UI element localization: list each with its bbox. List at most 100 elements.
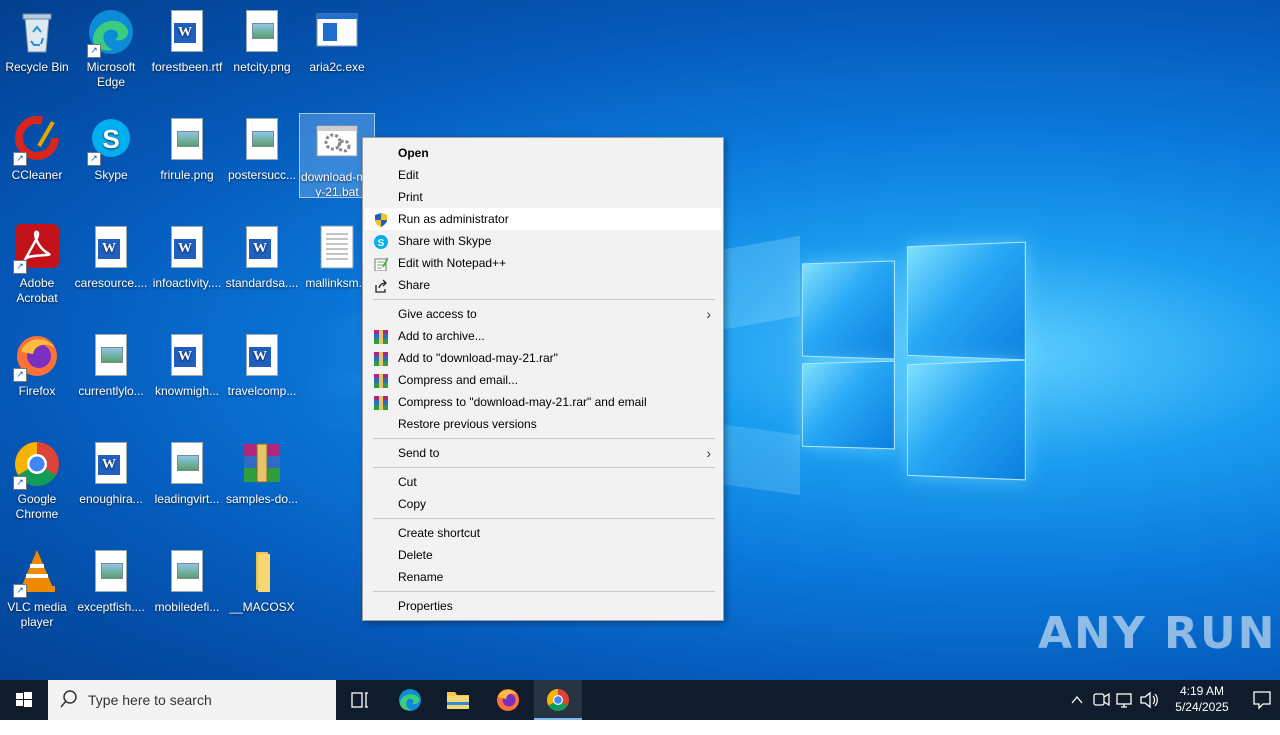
file-explorer-icon[interactable] <box>434 680 482 720</box>
desktop-icon-skype[interactable]: S ↗ Skype <box>74 116 148 183</box>
desktop-icon-ccleaner[interactable]: ↗ CCleaner <box>0 116 74 183</box>
menu-item-label: Cut <box>398 475 417 489</box>
desktop-icon-image-file[interactable]: currentlylo... <box>74 332 148 399</box>
desktop-icon-word-doc[interactable]: W standardsa.... <box>225 224 299 291</box>
menu-item-properties[interactable]: Properties <box>365 595 721 617</box>
image-file-icon <box>87 548 135 596</box>
desktop-icon-folder[interactable]: __MACOSX <box>225 548 299 615</box>
image-file-icon <box>87 332 135 380</box>
taskbar: Type here to search 4:19 AM 5/24/2025 <box>0 680 1280 720</box>
vlc-icon: ↗ <box>13 548 61 598</box>
desktop-icon-firefox[interactable]: ↗ Firefox <box>0 332 74 399</box>
desktop-icon-word-doc[interactable]: W infoactivity.... <box>150 224 224 291</box>
shortcut-arrow-icon: ↗ <box>13 584 27 598</box>
desktop-icon-label: caresource.... <box>74 276 148 290</box>
desktop-icon-word-doc[interactable]: W caresource.... <box>74 224 148 291</box>
menu-item-give-access-to[interactable]: Give access to › <box>365 303 721 325</box>
menu-item-restore-previous-versions[interactable]: Restore previous versions <box>365 413 721 435</box>
desktop-icon-winrar-archive[interactable]: samples-do... <box>225 440 299 507</box>
acrobat-icon: ↗ <box>13 224 61 274</box>
desktop-icon-label: Adobe Acrobat <box>16 276 58 305</box>
notification-center-icon[interactable] <box>1245 680 1280 720</box>
menu-item-share-with-skype[interactable]: S Share with Skype <box>365 230 721 252</box>
desktop-icon-label: aria2c.exe <box>309 60 365 74</box>
desktop-icon-recycle-bin[interactable]: Recycle Bin <box>0 8 74 75</box>
desktop-icon-label: CCleaner <box>11 168 63 182</box>
desktop-icon-word-doc[interactable]: W travelcomp... <box>225 332 299 399</box>
volume-icon[interactable] <box>1137 680 1161 720</box>
desktop-icon-word-doc[interactable]: W knowmigh... <box>150 332 224 399</box>
desktop-icon-image-file[interactable]: leadingvirt... <box>150 440 224 507</box>
desktop[interactable]: Recycle Bin ↗ CCleaner ↗ Adobe Acrobat ↗… <box>0 0 1280 680</box>
menu-item-add-to-rar[interactable]: Add to "download-may-21.rar" <box>365 347 721 369</box>
meet-now-icon[interactable] <box>1089 680 1113 720</box>
wallpaper-logo-pane <box>802 260 895 360</box>
menu-item-edit-with-notepadpp[interactable]: Edit with Notepad++ <box>365 252 721 274</box>
menu-separator <box>373 591 715 592</box>
menu-item-label: Copy <box>398 497 427 511</box>
skype-icon: S <box>374 234 388 249</box>
menu-item-cut[interactable]: Cut <box>365 471 721 493</box>
menu-item-label: Send to <box>398 446 440 460</box>
menu-item-copy[interactable]: Copy <box>365 493 721 515</box>
winrar-icon <box>374 351 388 366</box>
clock-date: 5/24/2025 <box>1175 700 1229 714</box>
menu-item-rename[interactable]: Rename <box>365 566 721 588</box>
desktop-icon-label: standardsa.... <box>225 276 299 290</box>
menu-item-label: Properties <box>398 599 453 613</box>
desktop-icon-microsoft-edge[interactable]: ↗ Microsoft Edge <box>74 8 148 90</box>
desktop-icon-word-doc[interactable]: W forestbeen.rtf <box>150 8 224 75</box>
clock[interactable]: 4:19 AM 5/24/2025 <box>1163 683 1241 715</box>
desktop-icon-word-doc[interactable]: W enoughira... <box>74 440 148 507</box>
menu-item-send-to[interactable]: Send to › <box>365 442 721 464</box>
menu-item-compress-to-rar-and-email[interactable]: Compress to "download-may-21.rar" and em… <box>365 391 721 413</box>
search-placeholder: Type here to search <box>88 692 212 708</box>
menu-item-label: Run as administrator <box>398 212 509 226</box>
desktop-icon-vlc[interactable]: ↗ VLC media player <box>0 548 74 630</box>
menu-item-label: Add to archive... <box>398 329 485 343</box>
desktop-icon-label: __MACOSX <box>229 600 295 614</box>
menu-item-add-to-archive[interactable]: Add to archive... <box>365 325 721 347</box>
menu-item-label: Edit <box>398 168 419 182</box>
desktop-icon-label: exceptfish.... <box>77 600 145 614</box>
desktop-icon-google-chrome[interactable]: ↗ Google Chrome <box>0 440 74 522</box>
desktop-icon-label: Google Chrome <box>15 492 59 521</box>
chevron-up-icon[interactable] <box>1065 680 1089 720</box>
desktop-icon-image-file[interactable]: postersucc... <box>225 116 299 183</box>
menu-item-run-as-administrator[interactable]: Run as administrator <box>365 208 721 230</box>
word-document-icon: W <box>238 224 286 272</box>
menu-item-create-shortcut[interactable]: Create shortcut <box>365 522 721 544</box>
desktop-icon-image-file[interactable]: exceptfish.... <box>74 548 148 615</box>
desktop-icon-image-file[interactable]: frirule.png <box>150 116 224 183</box>
word-document-icon: W <box>163 224 211 272</box>
svg-text:S: S <box>378 238 385 249</box>
start-button[interactable] <box>0 680 48 720</box>
chrome-icon[interactable] <box>534 680 582 720</box>
menu-item-label: Add to "download-may-21.rar" <box>398 351 558 365</box>
shortcut-arrow-icon: ↗ <box>13 476 27 490</box>
edge-icon: ↗ <box>87 8 135 58</box>
edge-icon[interactable] <box>386 680 434 720</box>
menu-item-compress-and-email[interactable]: Compress and email... <box>365 369 721 391</box>
firefox-icon[interactable] <box>484 680 532 720</box>
shield-icon <box>374 212 388 227</box>
menu-item-print[interactable]: Print <box>365 186 721 208</box>
desktop-icon-label: enoughira... <box>79 492 143 506</box>
menu-separator <box>373 299 715 300</box>
menu-item-share[interactable]: Share <box>365 274 721 296</box>
desktop-icon-label: frirule.png <box>160 168 214 182</box>
desktop-icon-adobe-acrobat[interactable]: ↗ Adobe Acrobat <box>0 224 74 306</box>
desktop-icon-image-file[interactable]: mobiledefi... <box>150 548 224 615</box>
taskbar-search-box[interactable]: Type here to search <box>48 680 336 720</box>
menu-item-open[interactable]: Open <box>365 142 721 164</box>
desktop-icon-aria2c[interactable]: aria2c.exe <box>300 8 374 75</box>
menu-item-delete[interactable]: Delete <box>365 544 721 566</box>
menu-item-edit[interactable]: Edit <box>365 164 721 186</box>
share-icon <box>374 278 388 293</box>
network-icon[interactable] <box>1113 680 1137 720</box>
desktop-icon-label: leadingvirt... <box>154 492 220 506</box>
desktop-icon-image-file[interactable]: netcity.png <box>225 8 299 75</box>
task-view-icon[interactable] <box>336 680 384 720</box>
windows-logo-icon <box>16 692 32 707</box>
batch-file-icon <box>313 118 361 166</box>
